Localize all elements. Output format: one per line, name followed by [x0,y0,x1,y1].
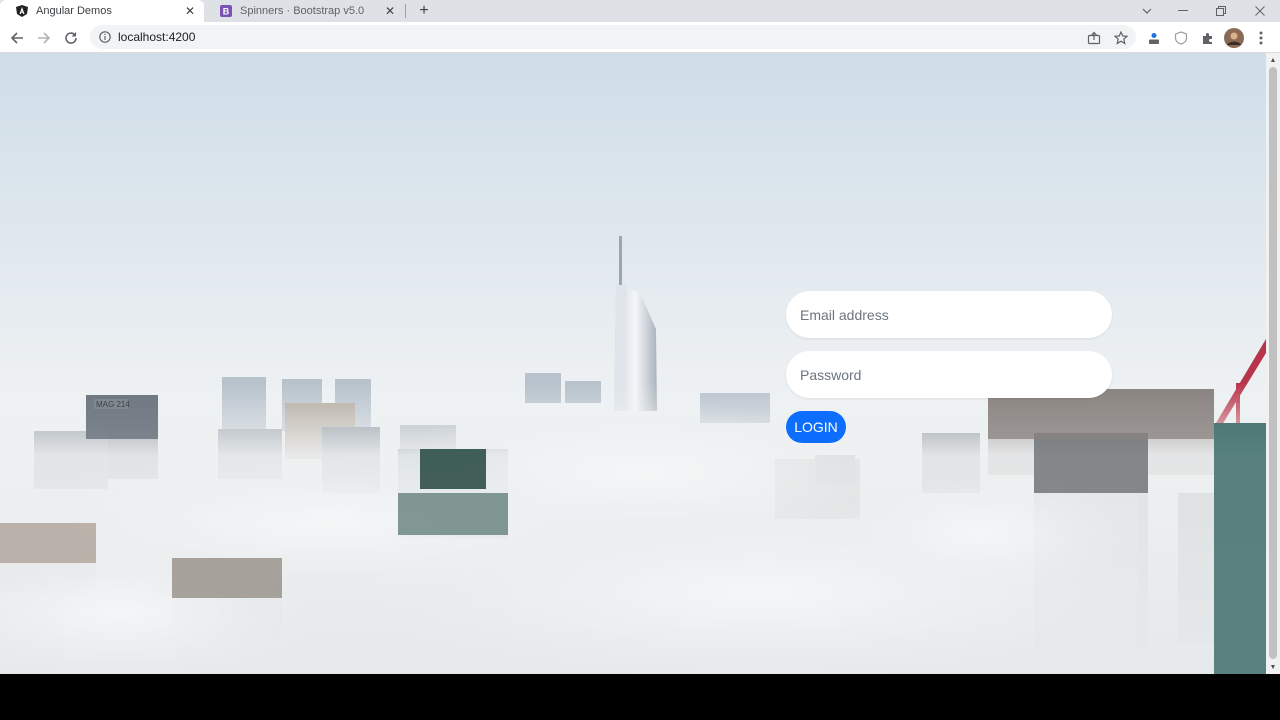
scroll-thumb[interactable] [1269,67,1277,659]
new-tab-button[interactable]: + [414,0,434,22]
bootstrap-icon: B [220,5,232,17]
letterbox-bar [0,674,1280,720]
star-icon[interactable] [1110,27,1132,49]
login-form: LOGIN [786,291,1112,443]
tab-title: Spinners · Bootstrap v5.0 [240,5,365,17]
profile-icon[interactable] [1143,27,1165,49]
browser-toolbar: localhost:4200 [0,22,1280,53]
shield-icon[interactable] [1170,27,1192,49]
tab-title: Angular Demos [36,5,112,17]
password-input[interactable] [786,351,1112,398]
restore-button[interactable] [1206,0,1236,22]
tab-angular-demos[interactable]: Angular Demos ✕ [0,0,204,22]
extensions-icon[interactable] [1197,27,1219,49]
forward-icon[interactable] [33,27,55,49]
back-icon[interactable] [6,27,28,49]
address-bar[interactable]: localhost:4200 [90,25,1136,49]
info-icon[interactable] [98,30,112,44]
menu-icon[interactable] [1250,27,1272,49]
tab-separator [405,4,406,18]
close-tab-icon[interactable]: ✕ [382,3,398,19]
tab-strip: Angular Demos ✕ B Spinners · Bootstrap v… [0,0,1280,22]
angular-icon [16,5,28,17]
scroll-down-icon[interactable]: ▼ [1266,660,1280,674]
page-scrollbar[interactable]: ▲ ▼ [1266,53,1280,674]
reload-icon[interactable] [60,27,82,49]
tab-search-icon[interactable] [1132,0,1162,22]
url-text: localhost:4200 [118,30,196,44]
svg-text:B: B [223,7,230,17]
building-sign: MAG 214 [96,400,130,409]
avatar[interactable] [1223,27,1245,49]
page-viewport: MAG 214 LOGIN [0,53,1266,674]
tab-spinners-bootstrap[interactable]: B Spinners · Bootstrap v5.0 ✕ [204,0,404,22]
close-tab-icon[interactable]: ✕ [182,3,198,19]
minimize-button[interactable] [1168,0,1198,22]
scroll-up-icon[interactable]: ▲ [1266,53,1280,67]
close-window-button[interactable] [1245,0,1275,22]
email-input[interactable] [786,291,1112,338]
login-button[interactable]: LOGIN [786,411,846,443]
share-icon[interactable] [1083,27,1105,49]
